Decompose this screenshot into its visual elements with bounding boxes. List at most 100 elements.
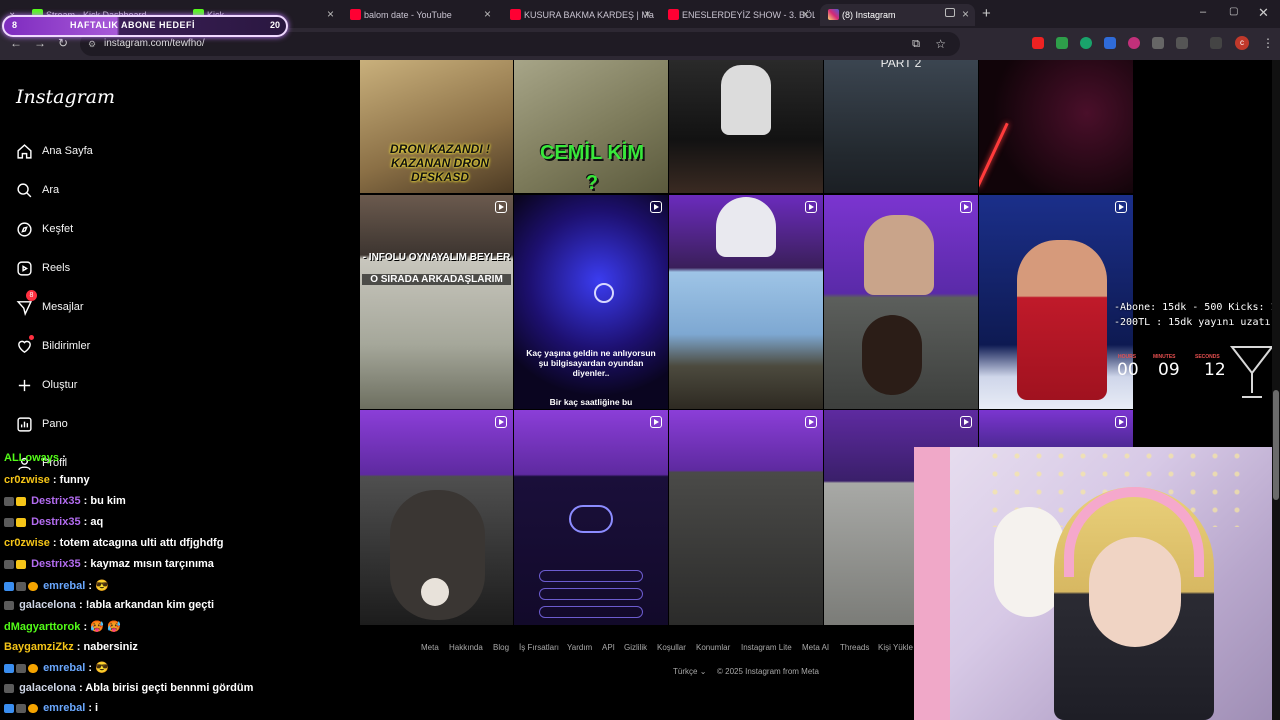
sidebar-item-messages[interactable]: Mesajlar 8	[16, 290, 84, 318]
close-tab-icon[interactable]: ×	[484, 7, 491, 21]
person-shape	[864, 215, 934, 295]
extension-red-icon[interactable]	[1032, 37, 1044, 49]
footer-link[interactable]: Meta	[421, 643, 439, 652]
pink-frame-shape	[914, 447, 950, 720]
close-tab-icon[interactable]: ×	[644, 7, 651, 21]
extension-pink-icon[interactable]	[1128, 37, 1140, 49]
page-scrollbar[interactable]	[1272, 60, 1280, 720]
footer-link[interactable]: İş Fırsatları	[519, 643, 559, 652]
subscriber-badge-icon	[16, 496, 26, 506]
post-thumbnail[interactable]: DRON KAZANDI ! KAZANAN DRON DFSKASD	[360, 60, 513, 193]
tab-label: ENESLERDEYİZ SHOW - 3. BÖLÜ	[682, 10, 815, 20]
sidebar-item-explore[interactable]: Keşfet	[16, 218, 73, 240]
chat-username: Destrix35	[31, 558, 81, 570]
post-thumbnail[interactable]	[514, 410, 668, 625]
footer-link[interactable]: Meta AI	[802, 643, 829, 652]
post-thumbnail[interactable]	[360, 410, 513, 625]
reload-icon[interactable]: ↻	[58, 36, 68, 50]
post-thumbnail[interactable]	[824, 195, 978, 409]
url-text: instagram.com/tewfho/	[104, 38, 205, 49]
post-caption: Kaç yaşına geldin ne anlıyorsun şu bilgi…	[526, 348, 656, 378]
footer-link[interactable]: Hakkında	[449, 643, 483, 652]
footer-link[interactable]: Instagram Lite	[741, 643, 792, 652]
sidebar-item-search[interactable]: Ara	[16, 179, 59, 201]
timer-minutes: 09	[1158, 360, 1180, 380]
language-select[interactable]: Türkçe ⌄	[673, 667, 706, 676]
tab-label: (8) Instagram	[842, 10, 896, 20]
forward-icon[interactable]: →	[34, 36, 46, 50]
post-thumbnail[interactable]	[669, 410, 823, 625]
close-tab-icon[interactable]: ×	[327, 7, 334, 21]
sidebar-item-notifications[interactable]: Bildirimler	[16, 335, 90, 357]
extension-shield-icon[interactable]	[1056, 37, 1068, 49]
post-caption: - INFOLU OYNAYALIM BEYLER	[362, 252, 511, 263]
gift-badge-icon	[28, 703, 38, 713]
footer-link[interactable]: Yardım	[567, 643, 592, 652]
lightsaber-shape	[979, 122, 1009, 188]
install-app-icon[interactable]: ⧉	[912, 32, 920, 56]
subscriber-goal-bar: 8 HAFTALIK ABONE HEDEFİ 20	[2, 15, 288, 37]
compass-icon	[17, 221, 32, 237]
heart-icon	[18, 340, 31, 353]
reel-icon	[960, 201, 972, 213]
minimize-window-icon[interactable]: –	[1200, 6, 1206, 18]
quiz-answer-bar	[539, 588, 643, 600]
chat-username: dMagyarttorok	[4, 621, 81, 633]
profile-avatar[interactable]: c	[1235, 36, 1249, 50]
close-tab-icon[interactable]: ×	[962, 7, 969, 21]
dashboard-icon	[17, 416, 32, 432]
footer-link[interactable]: Kişi Yükle	[878, 643, 913, 652]
footer-link[interactable]: Blog	[493, 643, 509, 652]
chat-text: nabersiniz	[83, 641, 138, 653]
tab-youtube-enes[interactable]: ENESLERDEYİZ SHOW - 3. BÖLÜ ×	[660, 4, 815, 26]
tab-label: balom date - YouTube	[364, 10, 452, 20]
media-control-icon[interactable]	[1210, 37, 1222, 49]
quiz-answer-bar	[539, 570, 643, 582]
post-thumbnail[interactable]	[979, 60, 1133, 193]
timer-seconds: 12	[1204, 360, 1226, 380]
post-thumbnail[interactable]	[669, 195, 823, 409]
presenter-shape	[1017, 240, 1107, 400]
post-thumbnail[interactable]: CEMİL KİM ?	[514, 60, 668, 193]
scrollbar-thumb[interactable]	[1273, 390, 1279, 500]
extension-blue-icon[interactable]	[1104, 37, 1116, 49]
reel-icon	[960, 416, 972, 428]
tab-youtube-kusura[interactable]: KUSURA BAKMA KARDEŞ | Ma ×	[502, 4, 657, 26]
moderator-badge-icon	[16, 703, 26, 713]
tab-youtube-balom[interactable]: balom date - YouTube ×	[342, 4, 497, 26]
tab-instagram[interactable]: (8) Instagram ×	[820, 4, 975, 26]
browser-menu-icon[interactable]: ⋮	[1262, 36, 1274, 50]
media-playing-icon[interactable]	[945, 8, 955, 17]
close-window-icon[interactable]: ✕	[1258, 5, 1269, 21]
sidebar-item-create[interactable]: Oluştur	[16, 374, 77, 396]
footer-link[interactable]: Gizlilik	[624, 643, 647, 652]
sidebar-item-dashboard[interactable]: Pano	[16, 413, 68, 435]
post-thumbnail[interactable]: Kaç yaşına geldin ne anlıyorsun şu bilgi…	[514, 195, 668, 409]
goal-target-count: 20	[269, 20, 280, 30]
youtube-favicon-icon	[510, 9, 521, 20]
sidebar-item-label: Keşfet	[42, 223, 74, 235]
maximize-window-icon[interactable]: ▢	[1229, 6, 1238, 17]
back-icon[interactable]: ←	[10, 36, 22, 50]
bookmark-star-icon[interactable]: ☆	[935, 32, 946, 56]
moderator-badge-icon	[16, 663, 26, 673]
extension-green-icon[interactable]	[1080, 37, 1092, 49]
extensions-puzzle-icon[interactable]	[1176, 37, 1188, 49]
sidebar-item-home[interactable]: Ana Sayfa	[16, 140, 93, 162]
post-thumbnail[interactable]	[979, 410, 1133, 450]
footer-link[interactable]: API	[602, 643, 615, 652]
post-thumbnail[interactable]	[979, 195, 1133, 409]
close-tab-icon[interactable]: ×	[802, 7, 809, 21]
footer-link[interactable]: Koşullar	[657, 643, 686, 652]
post-thumbnail[interactable]: PART 2	[824, 60, 978, 193]
sidebar-item-label: Ara	[42, 184, 60, 196]
new-tab-button[interactable]: +	[982, 5, 991, 22]
post-thumbnail[interactable]	[669, 60, 823, 193]
sidebar-item-reels[interactable]: Reels	[16, 257, 70, 279]
footer-link[interactable]: Konumlar	[696, 643, 730, 652]
extension-dark-icon[interactable]	[1152, 37, 1164, 49]
footer-link[interactable]: Threads	[840, 643, 869, 652]
subscriber-badge-icon	[16, 517, 26, 527]
post-thumbnail[interactable]: - INFOLU OYNAYALIM BEYLER O SIRADA ARKAD…	[360, 195, 513, 409]
instagram-logo[interactable]: Instagram	[16, 86, 115, 108]
